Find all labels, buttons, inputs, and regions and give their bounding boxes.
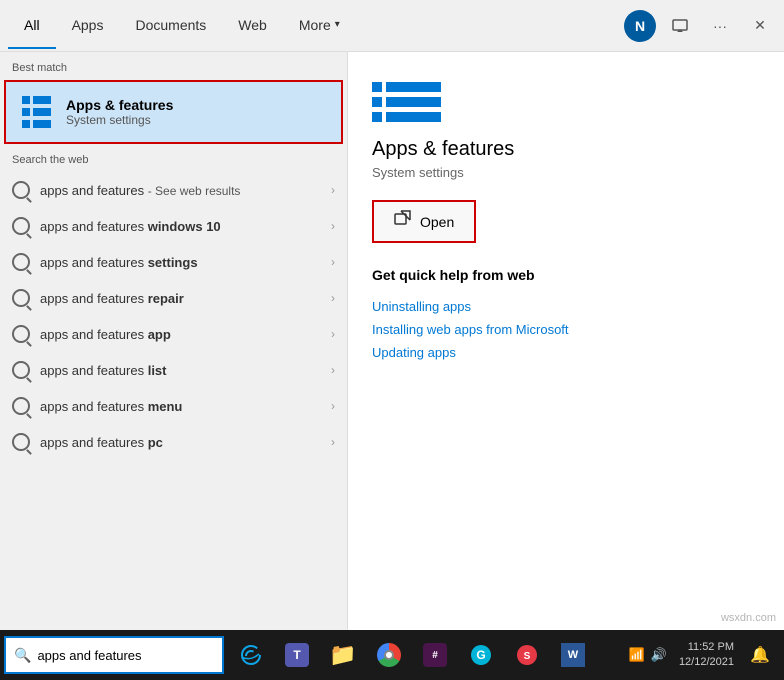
tab-more[interactable]: More ▾ <box>283 3 356 49</box>
chevron-down-icon: ▾ <box>335 19 340 30</box>
app-detail-subtitle: System settings <box>372 165 760 180</box>
taskbar-search-input[interactable] <box>37 648 214 663</box>
search-icon <box>12 217 30 235</box>
list-item[interactable]: apps and features repair › <box>0 280 347 316</box>
tab-all[interactable]: All <box>8 3 56 49</box>
clock-date: 12/12/2021 <box>679 655 734 670</box>
best-match-subtitle: System settings <box>66 113 173 127</box>
right-panel: Apps & features System settings Open Get… <box>348 52 784 630</box>
search-icon <box>12 181 30 199</box>
search-icon <box>12 253 30 271</box>
search-icon <box>12 397 30 415</box>
tab-more-label: More <box>299 17 331 33</box>
chevron-right-icon: › <box>331 363 335 377</box>
chevron-right-icon: › <box>331 435 335 449</box>
taskbar-chrome[interactable] <box>366 630 412 680</box>
open-label: Open <box>420 214 454 230</box>
result-text: apps and features settings <box>40 255 321 270</box>
system-clock[interactable]: 11:52 PM 12/12/2021 <box>671 640 742 671</box>
result-text: apps and features windows 10 <box>40 219 321 234</box>
search-icon <box>12 325 30 343</box>
taskbar-edge[interactable] <box>228 630 274 680</box>
help-link-uninstall[interactable]: Uninstalling apps <box>372 295 760 318</box>
result-text: apps and features - See web results <box>40 183 321 198</box>
chrome-icon <box>377 643 401 667</box>
search-window: All Apps Documents Web More ▾ N ··· ✕ Be… <box>0 0 784 630</box>
open-button[interactable]: Open <box>372 200 476 243</box>
taskbar-app7[interactable]: S <box>504 630 550 680</box>
slack-icon: # <box>423 643 447 667</box>
search-web-label: Search the web <box>0 144 347 172</box>
list-item[interactable]: apps and features settings › <box>0 244 347 280</box>
user-avatar[interactable]: N <box>624 10 656 42</box>
best-match-title: Apps & features <box>66 97 173 113</box>
taskbar-right: 📶 🔊 11:52 PM 12/12/2021 🔔 <box>627 630 784 680</box>
taskbar-word[interactable]: W <box>550 630 596 680</box>
list-item[interactable]: apps and features list › <box>0 352 347 388</box>
teams-icon: T <box>285 643 309 667</box>
help-link-install[interactable]: Installing web apps from Microsoft <box>372 318 760 341</box>
best-match-item[interactable]: Apps & features System settings <box>4 80 343 144</box>
chevron-right-icon: › <box>331 255 335 269</box>
help-link-update[interactable]: Updating apps <box>372 341 760 364</box>
tray-network-icon[interactable]: 📶 <box>627 645 647 665</box>
list-item[interactable]: apps and features menu › <box>0 388 347 424</box>
more-options-button[interactable]: ··· <box>704 10 736 42</box>
result-text: apps and features app <box>40 327 321 342</box>
apps-features-icon <box>18 94 54 130</box>
best-match-label: Best match <box>0 52 347 80</box>
result-text: apps and features pc <box>40 435 321 450</box>
result-text: apps and features list <box>40 363 321 378</box>
tab-apps[interactable]: Apps <box>56 3 120 49</box>
taskbar-search-bar[interactable]: 🔍 <box>4 636 224 674</box>
search-icon <box>12 361 30 379</box>
search-icon <box>12 433 30 451</box>
chevron-right-icon: › <box>331 327 335 341</box>
taskbar-explorer[interactable]: 📁 <box>320 630 366 680</box>
folder-icon: 📁 <box>329 642 356 668</box>
clock-time: 11:52 PM <box>679 640 734 655</box>
close-button[interactable]: ✕ <box>744 10 776 42</box>
chevron-right-icon: › <box>331 219 335 233</box>
taskbar-slack[interactable]: # <box>412 630 458 680</box>
tray-volume-icon[interactable]: 🔊 <box>649 645 669 665</box>
feedback-button[interactable] <box>664 10 696 42</box>
list-item[interactable]: apps and features - See web results › <box>0 172 347 208</box>
left-panel: Best match <box>0 52 348 630</box>
main-content: Best match <box>0 52 784 630</box>
tab-bar: All Apps Documents Web More ▾ N ··· ✕ <box>0 0 784 52</box>
chevron-right-icon: › <box>331 183 335 197</box>
taskbar-app6[interactable]: G <box>458 630 504 680</box>
tab-documents[interactable]: Documents <box>119 3 222 49</box>
chevron-right-icon: › <box>331 291 335 305</box>
tab-web[interactable]: Web <box>222 3 283 49</box>
svg-text:G: G <box>476 648 485 662</box>
chevron-right-icon: › <box>331 399 335 413</box>
taskbar-teams[interactable]: T <box>274 630 320 680</box>
quick-help-title: Get quick help from web <box>372 267 760 283</box>
best-match-text: Apps & features System settings <box>66 97 173 127</box>
open-icon <box>394 210 412 233</box>
window-controls: N ··· ✕ <box>624 10 776 42</box>
app-detail-title: Apps & features <box>372 138 760 161</box>
search-icon <box>12 289 30 307</box>
result-text: apps and features repair <box>40 291 321 306</box>
result-text: apps and features menu <box>40 399 321 414</box>
svg-text:S: S <box>524 651 531 662</box>
notification-button[interactable]: 🔔 <box>744 630 776 680</box>
taskbar-search-icon: 🔍 <box>14 647 31 664</box>
taskbar: 🔍 T 📁 # G S W <box>0 630 784 680</box>
app-detail-icon <box>372 82 760 122</box>
list-item[interactable]: apps and features app › <box>0 316 347 352</box>
word-icon: W <box>561 643 585 667</box>
list-item[interactable]: apps and features windows 10 › <box>0 208 347 244</box>
list-item[interactable]: apps and features pc › <box>0 424 347 460</box>
